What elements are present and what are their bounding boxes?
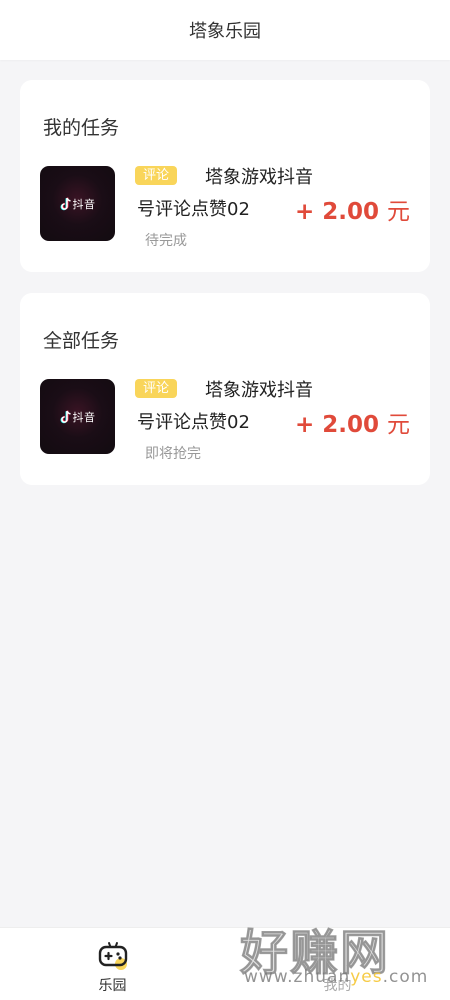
task-item[interactable]: 抖音 评论 塔象游戏抖音 号评论点赞02 + 2.00 元 待完成 — [40, 166, 410, 256]
my-tasks-card: 我的任务 抖音 评论 塔象游戏抖音 号评论点赞02 + 2.00 元 待完成 — [20, 80, 430, 272]
douyin-logo-icon: 抖音 — [60, 409, 96, 425]
thumb-logo-text: 抖音 — [72, 197, 96, 211]
task-title-line2: 号评论点赞02 — [137, 199, 250, 220]
task-tag: 评论 — [135, 166, 178, 185]
page-title: 塔象乐园 — [189, 21, 261, 42]
gamepad-icon — [98, 942, 128, 970]
reward-amount: + 2.00 — [294, 412, 379, 438]
task-reward: + 2.00 元 — [295, 405, 410, 439]
tab-mine[interactable]: 我的 — [225, 928, 450, 1000]
task-status: 即将抢完 — [145, 446, 201, 462]
all-tasks-card: 全部任务 抖音 评论 塔象游戏抖音 号评论点赞02 + 2.00 元 即将抢完 — [20, 293, 430, 485]
task-item[interactable]: 抖音 评论 塔象游戏抖音 号评论点赞02 + 2.00 元 即将抢完 — [40, 379, 410, 469]
task-title-line2: 号评论点赞02 — [137, 412, 250, 433]
thumb-logo-text: 抖音 — [72, 410, 96, 424]
task-title-line1: 塔象游戏抖音 — [205, 380, 313, 401]
reward-unit: 元 — [387, 412, 410, 438]
page-header: 塔象乐园 — [0, 0, 450, 60]
reward-amount: + 2.00 — [294, 199, 379, 225]
bottom-tab-bar: 乐园 我的 — [0, 927, 450, 1000]
tab-park[interactable]: 乐园 — [0, 928, 225, 1000]
task-tag: 评论 — [135, 379, 178, 398]
task-thumbnail: 抖音 — [40, 379, 115, 454]
task-status: 待完成 — [145, 233, 187, 249]
reward-unit: 元 — [387, 199, 410, 225]
douyin-logo-icon: 抖音 — [60, 196, 96, 212]
section-title-all-tasks: 全部任务 — [43, 330, 120, 352]
section-title-my-tasks: 我的任务 — [43, 117, 120, 139]
task-title-line1: 塔象游戏抖音 — [205, 167, 313, 188]
tab-label-mine: 我的 — [323, 978, 352, 994]
tab-label-park: 乐园 — [98, 978, 127, 994]
task-thumbnail: 抖音 — [40, 166, 115, 241]
task-reward: + 2.00 元 — [295, 192, 410, 226]
